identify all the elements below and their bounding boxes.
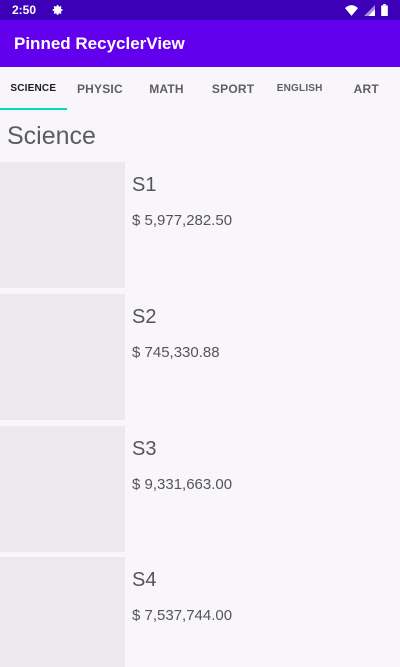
signal-icon: [364, 4, 375, 16]
item-thumbnail: [0, 557, 125, 667]
wifi-icon: [345, 4, 358, 16]
status-time: 2:50: [12, 3, 37, 17]
list-item[interactable]: S2 $ 745,330.88: [0, 294, 400, 420]
item-price: $ 745,330.88: [132, 344, 220, 361]
battery-icon: [381, 4, 388, 16]
tab-science[interactable]: SCIENCE: [0, 67, 67, 110]
item-thumbnail: [0, 162, 125, 288]
tab-art[interactable]: ART: [333, 67, 400, 110]
item-name: S3: [132, 438, 157, 460]
app-bar: Pinned RecyclerView: [0, 20, 400, 67]
item-thumbnail: [0, 294, 125, 420]
tab-math[interactable]: MATH: [133, 67, 200, 110]
list-item[interactable]: S4 $ 7,537,744.00: [0, 557, 400, 667]
item-price: $ 7,537,744.00: [132, 607, 233, 624]
tab-physic[interactable]: PHYSIC: [67, 67, 134, 110]
tab-bar: SCIENCE PHYSIC MATH SPORT ENGLISH ART: [0, 67, 400, 110]
status-bar: 2:50: [0, 0, 400, 20]
tab-sport[interactable]: SPORT: [200, 67, 267, 110]
item-thumbnail: [0, 426, 125, 552]
section-header: Science: [7, 122, 96, 150]
item-price: $ 9,331,663.00: [132, 476, 233, 493]
item-name: S2: [132, 306, 157, 328]
item-name: S4: [132, 569, 157, 591]
gear-icon: [52, 4, 64, 16]
app-title: Pinned RecyclerView: [14, 33, 185, 53]
list-item[interactable]: S3 $ 9,331,663.00: [0, 426, 400, 552]
item-price: $ 5,977,282.50: [132, 212, 233, 229]
tab-english[interactable]: ENGLISH: [266, 67, 333, 110]
item-name: S1: [132, 174, 157, 196]
list-item[interactable]: S1 $ 5,977,282.50: [0, 162, 400, 288]
